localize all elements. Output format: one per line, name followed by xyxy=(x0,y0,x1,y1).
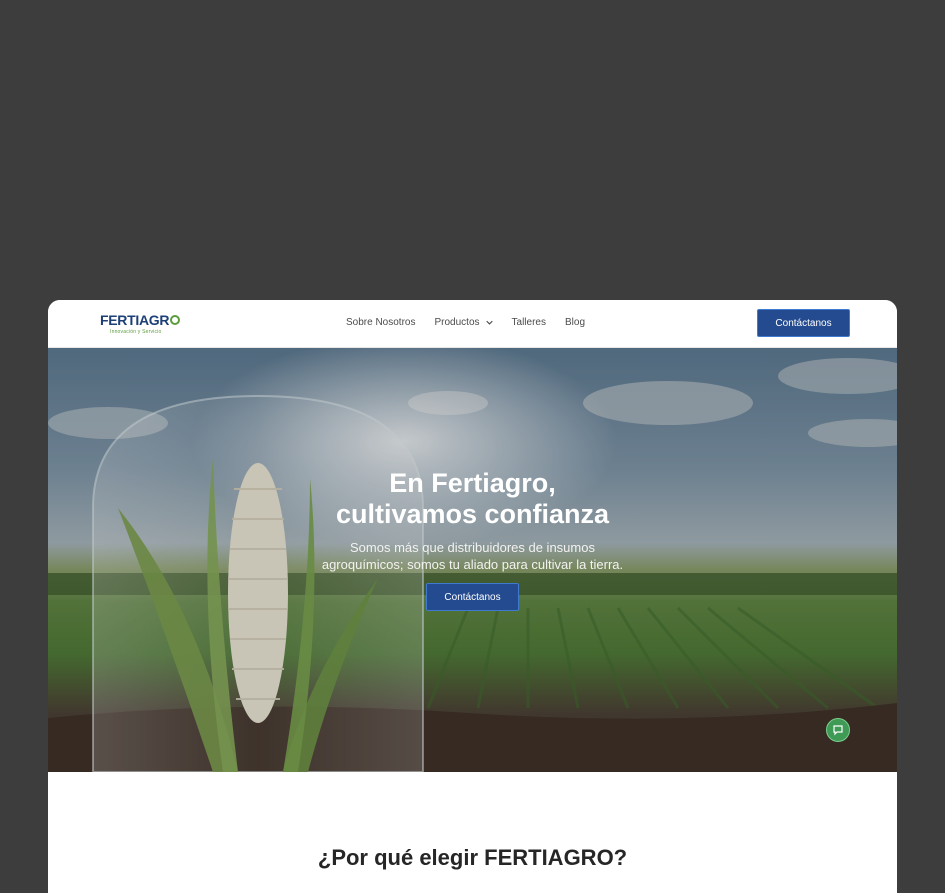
leaf-icon xyxy=(170,315,181,325)
contact-button[interactable]: Contáctanos xyxy=(757,309,850,337)
hero-banner: En Fertiagro, cultivamos confianza Somos… xyxy=(48,348,897,772)
nav-item-productos[interactable]: Productos xyxy=(434,317,493,328)
brand-logo[interactable]: FERTIAGR Innovación y Servicio xyxy=(100,312,181,335)
chat-button[interactable] xyxy=(826,718,850,742)
hero-subtitle: Somos más que distribuidores de insumos … xyxy=(321,540,624,572)
nav-item-talleres[interactable]: Talleres xyxy=(512,317,546,328)
top-navbar: FERTIAGR Innovación y Servicio Sobre Nos… xyxy=(48,300,897,348)
main-menu: Sobre Nosotros Productos Talleres Blog xyxy=(346,317,585,328)
nav-item-sobre-nosotros[interactable]: Sobre Nosotros xyxy=(346,317,415,328)
chevron-down-icon xyxy=(485,320,493,325)
chat-bubble-icon xyxy=(833,725,843,736)
brand-name: FERTIAGR xyxy=(100,312,170,328)
hero-title: En Fertiagro, cultivamos confianza xyxy=(335,468,610,529)
browser-window: FERTIAGR Innovación y Servicio Sobre Nos… xyxy=(48,300,897,893)
nav-item-blog[interactable]: Blog xyxy=(565,317,585,328)
hero-contact-button[interactable]: Contáctanos xyxy=(426,583,519,611)
brand-tagline: Innovación y Servicio xyxy=(110,329,162,335)
section-title: ¿Por qué elegir FERTIAGRO? xyxy=(317,845,628,870)
